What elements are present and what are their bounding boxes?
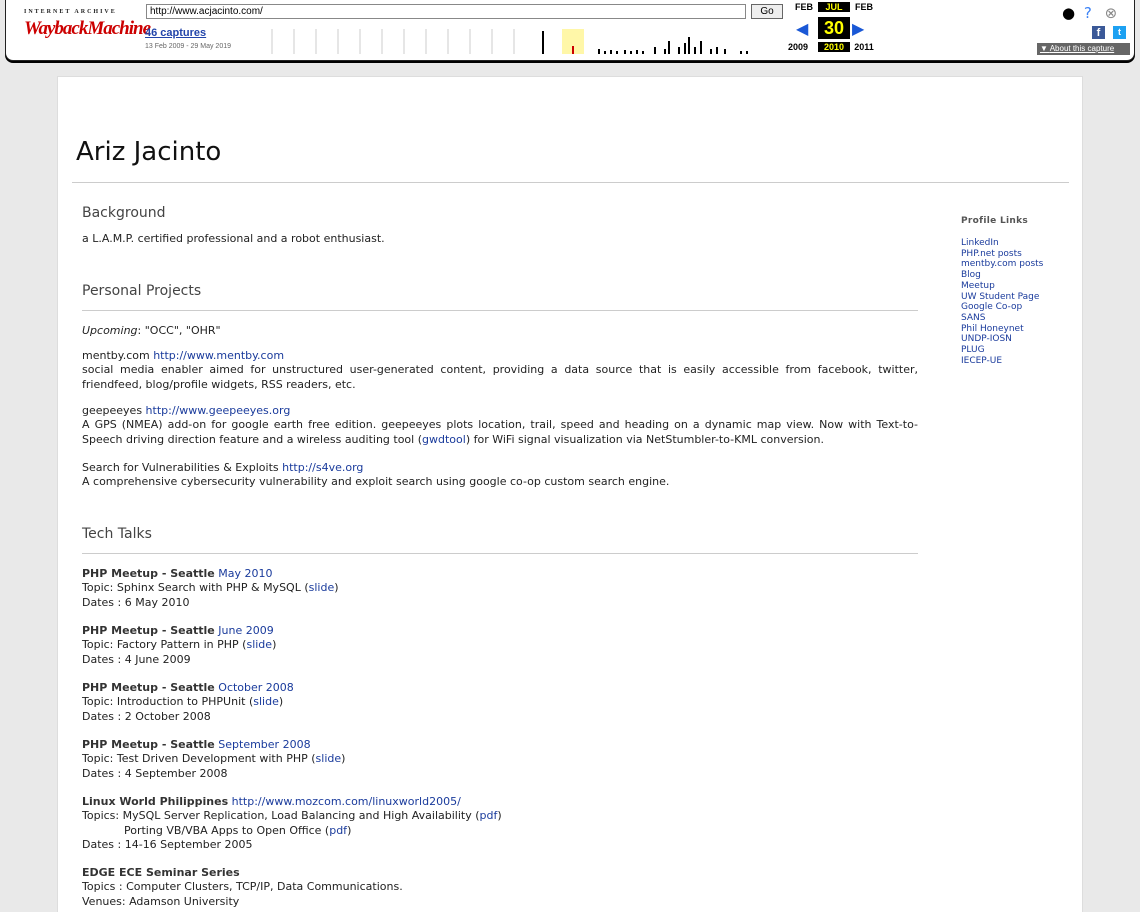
- sidebar-link-phpnet[interactable]: PHP.net posts: [961, 249, 1081, 260]
- prev-capture-icon[interactable]: ◀: [796, 19, 808, 38]
- talk-event: Linux World Philippines: [82, 795, 229, 808]
- twitter-icon[interactable]: t: [1113, 26, 1126, 39]
- page-container: Ariz Jacinto Background a L.A.M.P. certi…: [57, 76, 1083, 912]
- talks-heading: Tech Talks: [82, 526, 152, 542]
- talk-item: PHP Meetup - Seattle September 2008 Topi…: [82, 738, 346, 780]
- talk-dates: Dates : 4 June 2009: [82, 652, 191, 666]
- talk-item: PHP Meetup - Seattle October 2008 Topic:…: [82, 681, 294, 723]
- project-s4ve: Search for Vulnerabilities & Exploits ht…: [82, 461, 918, 490]
- url-input[interactable]: [146, 4, 746, 19]
- sidebar-link-mentby[interactable]: mentby.com posts: [961, 259, 1081, 270]
- talk-edge: EDGE ECE Seminar Series Topics : Compute…: [82, 866, 918, 909]
- sidebar-link-plug[interactable]: PLUG: [961, 345, 1081, 356]
- go-button[interactable]: Go: [751, 4, 783, 19]
- close-icon[interactable]: ⊗: [1105, 4, 1118, 22]
- month-next[interactable]: FEB: [848, 2, 880, 12]
- divider: [82, 553, 918, 554]
- talk-venues: Venues: Adamson University: [82, 894, 240, 908]
- next-capture-icon[interactable]: ▶: [852, 19, 864, 38]
- talk-event: EDGE ECE Seminar Series: [82, 866, 240, 879]
- year-prev[interactable]: 2009: [782, 42, 814, 52]
- background-text: a L.A.M.P. certified professional and a …: [82, 232, 385, 245]
- project-link[interactable]: http://s4ve.org: [282, 461, 363, 474]
- talk-dates: Dates : 14-16 September 2005: [82, 837, 253, 851]
- talk-topic: Topic: Sphinx Search with PHP & MySQL (: [82, 581, 309, 595]
- facebook-icon[interactable]: f: [1092, 26, 1105, 39]
- talk-event: PHP Meetup - Seattle: [82, 567, 215, 580]
- gwdtool-link[interactable]: gwdtool: [422, 433, 466, 446]
- pdf-link[interactable]: pdf: [329, 824, 347, 837]
- wayback-logo[interactable]: WaybackMachine: [24, 18, 151, 40]
- slide-link[interactable]: slide: [246, 638, 272, 651]
- divider: [82, 310, 918, 311]
- talk-item: PHP Meetup - Seattle May 2010 Topic: Sph…: [82, 567, 339, 609]
- capture-sparkline[interactable]: [254, 27, 784, 56]
- month-current: JUL: [818, 2, 850, 12]
- year-next[interactable]: 2011: [848, 42, 880, 52]
- talk-topic: Porting VB/VBA Apps to Open Office (: [124, 823, 330, 837]
- talk-event: PHP Meetup - Seattle: [82, 624, 215, 637]
- sidebar-link-sans[interactable]: SANS: [961, 313, 1081, 324]
- divider: [72, 182, 1069, 183]
- background-heading: Background: [82, 205, 166, 221]
- year-current: 2010: [818, 42, 850, 52]
- talk-topics: Topics : Computer Clusters, TCP/IP, Data…: [82, 880, 403, 894]
- talk-topic: Topics: MySQL Server Replication, Load B…: [82, 809, 480, 823]
- wayback-toolbar: INTERNET ARCHIVE WaybackMachine Go 46 ca…: [5, 0, 1135, 61]
- talk-when-link[interactable]: May 2010: [218, 567, 272, 580]
- slide-link[interactable]: slide: [309, 581, 335, 594]
- project-desc-tail: ) for WiFi signal visualization via NetS…: [465, 432, 824, 446]
- archive-label: INTERNET ARCHIVE: [24, 9, 117, 15]
- talk-event: PHP Meetup - Seattle: [82, 681, 215, 694]
- project-name: geepeeyes: [82, 404, 143, 417]
- talk-when-link[interactable]: June 2009: [218, 624, 273, 637]
- project-name: mentby.com: [82, 349, 150, 362]
- capture-range: 13 Feb 2009 - 29 May 2019: [145, 43, 232, 50]
- sidebar-link-uw[interactable]: UW Student Page: [961, 292, 1081, 303]
- talk-when-link[interactable]: September 2008: [218, 738, 310, 751]
- talk-when-link[interactable]: October 2008: [218, 681, 294, 694]
- sidebar-heading: Profile Links: [961, 216, 1029, 226]
- project-link[interactable]: http://www.geepeeyes.org: [146, 404, 291, 417]
- month-prev[interactable]: FEB: [788, 2, 820, 12]
- talk-event: PHP Meetup - Seattle: [82, 738, 215, 751]
- sidebar-link-linkedin[interactable]: LinkedIn: [961, 238, 1081, 249]
- sidebar-link-undp[interactable]: UNDP-IOSN: [961, 334, 1081, 345]
- help-icon[interactable]: ?: [1084, 4, 1092, 22]
- upcoming-label: Upcoming: [82, 324, 138, 337]
- project-desc: A comprehensive cybersecurity vulnerabil…: [82, 475, 670, 489]
- talk-topic: Topic: Introduction to PHPUnit (: [82, 695, 254, 709]
- about-label: About this capture: [1049, 44, 1115, 53]
- projects-heading: Personal Projects: [82, 283, 202, 299]
- about-capture-button[interactable]: ▼ About this capture: [1037, 43, 1130, 55]
- captures-link[interactable]: 46 captures: [145, 27, 206, 39]
- profile-links-sidebar: Profile Links LinkedIn PHP.net posts men…: [961, 216, 1081, 366]
- sidebar-link-iecep[interactable]: IECEP-UE: [961, 356, 1081, 367]
- talk-dates: Dates : 4 September 2008: [82, 766, 228, 780]
- pdf-link[interactable]: pdf: [480, 809, 498, 822]
- talk-topic: Topic: Factory Pattern in PHP (: [82, 638, 247, 652]
- talk-item: PHP Meetup - Seattle June 2009 Topic: Fa…: [82, 624, 277, 666]
- talk-dates: Dates : 2 October 2008: [82, 709, 211, 723]
- sidebar-link-honeynet[interactable]: Phil Honeynet: [961, 324, 1081, 335]
- upcoming-line: Upcoming: "OCC", "OHR": [82, 324, 918, 338]
- slide-link[interactable]: slide: [253, 695, 279, 708]
- sidebar-link-blog[interactable]: Blog: [961, 270, 1081, 281]
- page-title: Ariz Jacinto: [76, 137, 222, 167]
- upcoming-value: : "OCC", "OHR": [137, 324, 221, 337]
- day-current: 30: [818, 17, 850, 39]
- project-geepeeyes: geepeeyes http://www.geepeeyes.org A GPS…: [82, 404, 918, 447]
- talk-url-link[interactable]: http://www.mozcom.com/linuxworld2005/: [232, 795, 461, 808]
- project-name: Search for Vulnerabilities & Exploits: [82, 461, 279, 474]
- user-icon[interactable]: ●: [1062, 4, 1075, 22]
- project-desc: social media enabler aimed for unstructu…: [82, 363, 918, 391]
- project-link[interactable]: http://www.mentby.com: [153, 349, 284, 362]
- talk-linuxworld: Linux World Philippines http://www.mozco…: [82, 795, 502, 851]
- project-mentby: mentby.com http://www.mentby.com social …: [82, 349, 918, 392]
- slide-link[interactable]: slide: [316, 752, 342, 765]
- talk-topic: Topic: Test Driven Development with PHP …: [82, 752, 316, 766]
- sidebar-link-meetup[interactable]: Meetup: [961, 281, 1081, 292]
- talk-dates: Dates : 6 May 2010: [82, 595, 190, 609]
- sidebar-link-google-coop[interactable]: Google Co-op: [961, 302, 1081, 313]
